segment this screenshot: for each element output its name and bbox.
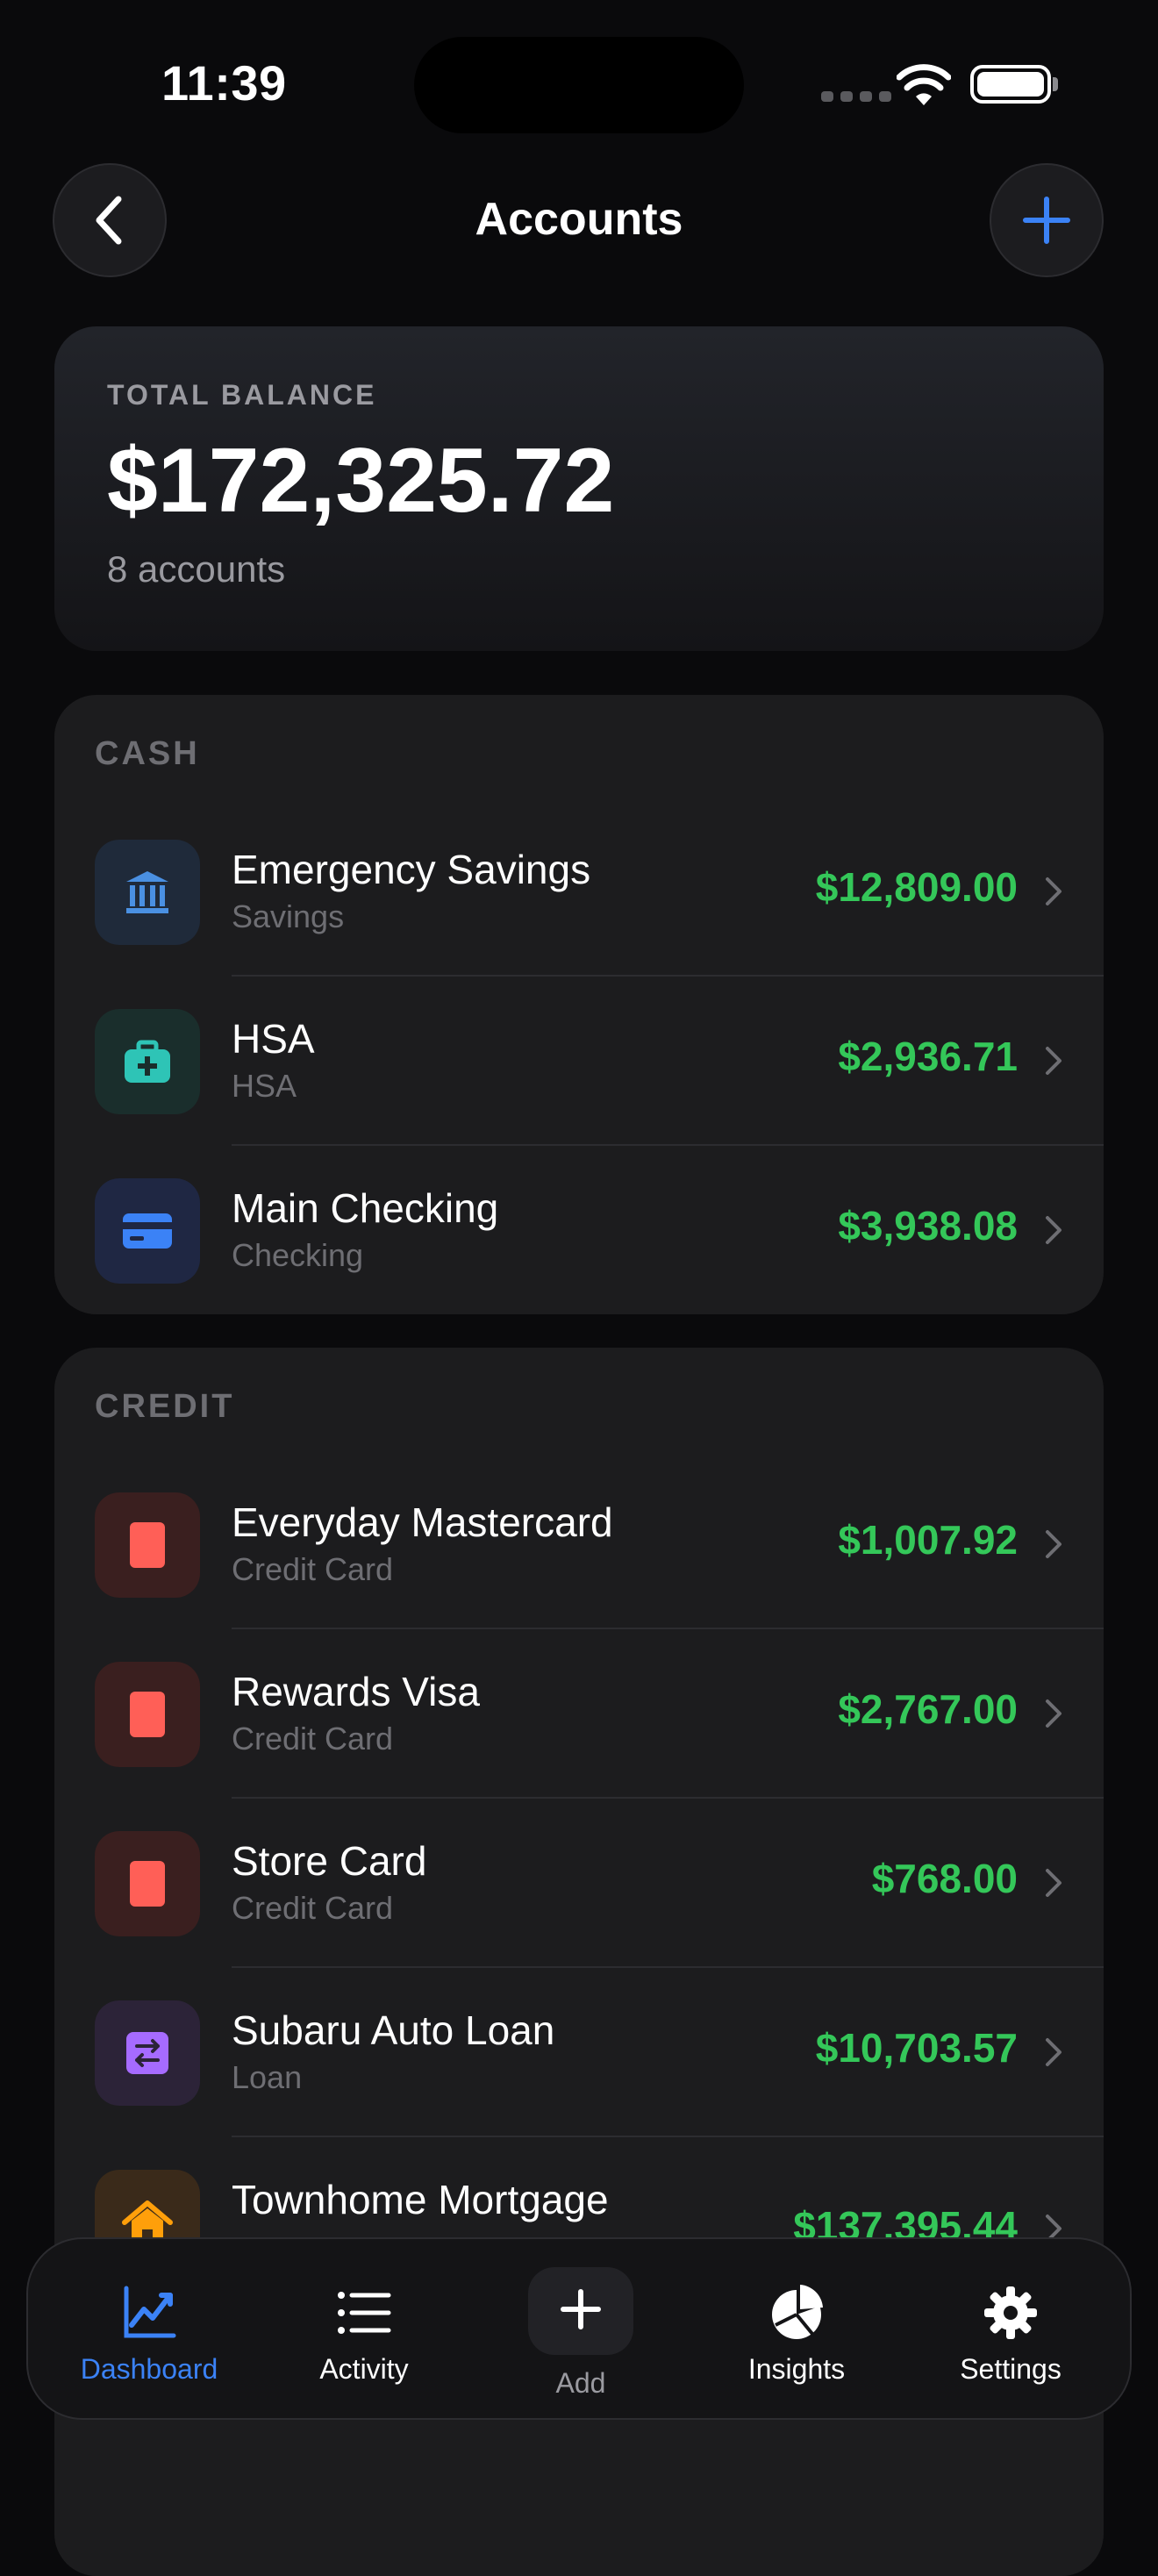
cellular-signal-icon: [821, 91, 891, 102]
medical-kit-icon: [125, 1040, 170, 1083]
account-name: Main Checking: [232, 1185, 499, 1231]
swap-icon: [126, 2032, 168, 2074]
tab-label: Add: [555, 2367, 606, 2399]
card-icon: [130, 1522, 165, 1568]
account-row-emergency-savings[interactable]: Emergency Savings Savings $12,809.00: [54, 807, 1104, 977]
account-type: Credit Card: [232, 1890, 394, 1926]
dynamic-island: [414, 37, 744, 133]
tab-label: Insights: [747, 2353, 846, 2385]
account-name: Subaru Auto Loan: [232, 2007, 555, 2053]
card-icon: [130, 1692, 165, 1737]
card-icon: [130, 1861, 165, 1907]
account-name: Emergency Savings: [232, 847, 591, 892]
battery-icon: [970, 65, 1051, 104]
tab-add[interactable]: Add: [475, 2239, 686, 2422]
account-row-main-checking[interactable]: Main Checking Checking $3,938.08: [54, 1146, 1104, 1314]
tab-label: Activity: [319, 2353, 409, 2385]
account-balance: $2,936.71: [838, 1034, 1018, 1079]
account-row-subaru-auto-loan[interactable]: Subaru Auto Loan Loan $10,703.57: [54, 1968, 1104, 2137]
account-balance: $12,809.00: [815, 864, 1018, 910]
list-icon: [338, 2292, 391, 2334]
account-count: 8 accounts: [107, 548, 286, 590]
tab-activity[interactable]: Activity: [259, 2239, 469, 2422]
account-type: Credit Card: [232, 1721, 394, 1757]
chevron-right-icon: [1046, 1869, 1062, 1897]
plus-icon: [1023, 197, 1070, 244]
chart-line-icon: [124, 2286, 176, 2338]
account-balance: $3,938.08: [838, 1203, 1018, 1249]
account-balance: $10,703.57: [815, 2025, 1018, 2071]
account-name: HSA: [232, 1016, 315, 1062]
account-type: Savings: [232, 898, 345, 934]
credit-card-icon: [123, 1213, 172, 1249]
tab-dashboard[interactable]: Dashboard: [44, 2239, 254, 2422]
account-row-everyday-mastercard[interactable]: Everyday Mastercard Credit Card $1,007.9…: [54, 1460, 1104, 1629]
chevron-right-icon: [1046, 1699, 1062, 1728]
cash-section: CASH Emergency Savings Savings $12,809.0…: [54, 695, 1104, 1314]
chevron-right-icon: [1046, 877, 1062, 905]
tab-bar: Dashboard Activity Add Insights Settings: [26, 2237, 1132, 2420]
chevron-right-icon: [1046, 1530, 1062, 1558]
status-time: 11:39: [161, 55, 287, 111]
tab-label: Settings: [960, 2353, 1062, 2385]
account-type: HSA: [232, 1068, 297, 1104]
account-type: Loan: [232, 2059, 303, 2095]
total-balance-label: TOTAL BALANCE: [107, 379, 377, 411]
section-title: CREDIT: [95, 1388, 235, 1425]
pie-chart-icon: [772, 2285, 823, 2339]
account-name: Store Card: [232, 1838, 427, 1884]
account-row-hsa[interactable]: HSA HSA $2,936.71: [54, 977, 1104, 1146]
bank-icon: [126, 871, 168, 913]
account-name: Townhome Mortgage: [232, 2177, 609, 2222]
add-account-button[interactable]: [990, 163, 1104, 277]
account-balance: $768.00: [871, 1856, 1018, 1901]
account-name: Rewards Visa: [232, 1669, 480, 1714]
tab-label: Dashboard: [80, 2353, 218, 2385]
account-balance: $2,767.00: [838, 1686, 1018, 1732]
account-row-store-card[interactable]: Store Card Credit Card $768.00: [54, 1799, 1104, 1968]
plus-icon: [561, 2289, 601, 2329]
account-type: Checking: [232, 1237, 364, 1273]
account-name: Everyday Mastercard: [232, 1499, 613, 1545]
page-title: Accounts: [475, 194, 683, 245]
chevron-right-icon: [1046, 1216, 1062, 1244]
tab-insights[interactable]: Insights: [691, 2239, 902, 2422]
chevron-right-icon: [1046, 1047, 1062, 1075]
total-balance-card: TOTAL BALANCE $172,325.72 8 accounts: [54, 326, 1104, 651]
section-title: CASH: [95, 735, 200, 772]
wifi-icon: [897, 64, 951, 105]
account-row-rewards-visa[interactable]: Rewards Visa Credit Card $2,767.00: [54, 1629, 1104, 1799]
account-balance: $1,007.92: [838, 1517, 1018, 1563]
chevron-right-icon: [1046, 2038, 1062, 2066]
total-balance-amount: $172,325.72: [107, 430, 615, 532]
gear-icon: [984, 2286, 1037, 2339]
account-type: Credit Card: [232, 1551, 394, 1587]
tab-settings[interactable]: Settings: [905, 2239, 1116, 2422]
